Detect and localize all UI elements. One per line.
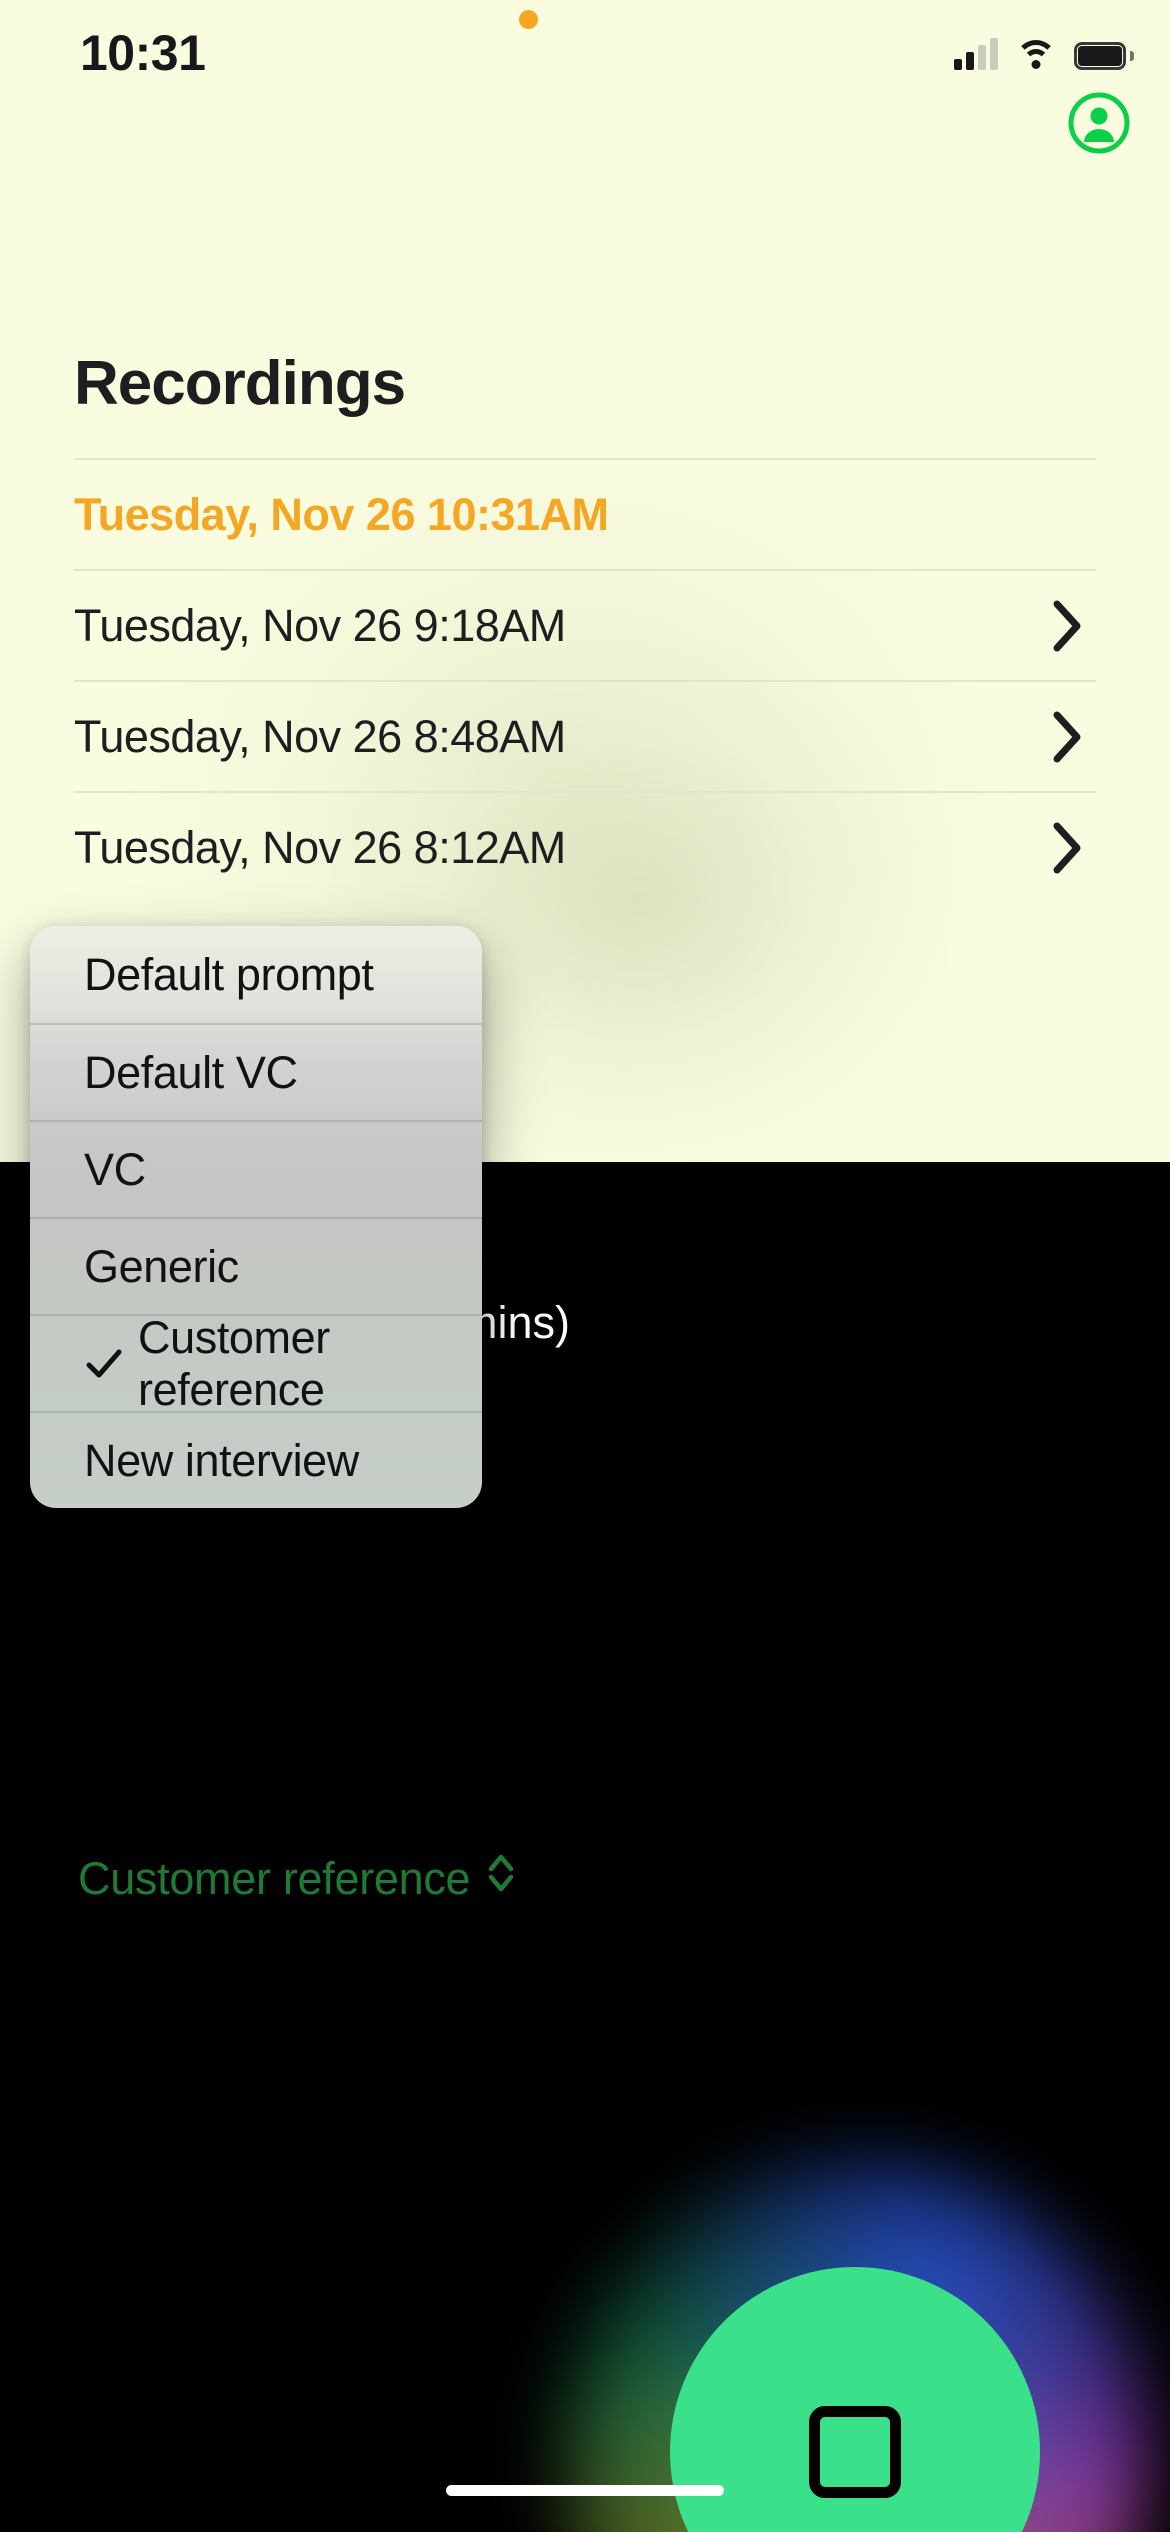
privacy-recording-dot-icon — [519, 10, 538, 29]
menu-item-label: VC — [84, 1143, 146, 1195]
battery-icon — [1074, 42, 1134, 70]
status-bar-icons — [954, 30, 1134, 70]
chevron-right-icon — [1050, 598, 1086, 654]
menu-item-new-interview[interactable]: New interview — [30, 1411, 482, 1508]
recording-label: Tuesday, Nov 26 10:31AM — [74, 488, 609, 540]
menu-item-default-vc[interactable]: Default VC — [30, 1023, 482, 1120]
wifi-icon — [1015, 38, 1057, 70]
recordings-list: Tuesday, Nov 26 10:31AM Tuesday, Nov 26 … — [74, 458, 1096, 902]
record-button-area — [560, 2157, 1150, 2532]
page-title: Recordings — [74, 349, 406, 418]
menu-item-customer-reference[interactable]: Customer reference — [30, 1312, 482, 1415]
chevron-right-icon — [1050, 487, 1086, 543]
recording-label: Tuesday, Nov 26 9:18AM — [74, 599, 566, 651]
chevron-up-down-icon — [484, 1850, 518, 1907]
home-indicator — [446, 2485, 724, 2496]
checkmark-icon — [84, 1344, 124, 1384]
prompt-dropdown-menu: Default prompt Default VC VC Generic Cus… — [30, 926, 482, 1508]
status-bar: 10:31 — [0, 0, 1170, 110]
prompt-selector-button[interactable]: Customer reference — [78, 1850, 518, 1907]
menu-item-label: Generic — [84, 1240, 239, 1292]
menu-item-label: Default prompt — [84, 948, 374, 1000]
recording-label: Tuesday, Nov 26 8:48AM — [74, 710, 566, 762]
status-bar-time: 10:31 — [80, 25, 206, 81]
chevron-right-icon — [1050, 709, 1086, 765]
recording-label: Tuesday, Nov 26 8:12AM — [74, 821, 566, 873]
phone-screen: 10:31 Recordings Tuesday, Nov 26 10:31AM… — [0, 0, 1170, 2532]
chevron-right-icon — [1050, 820, 1086, 876]
menu-item-label: New interview — [84, 1434, 359, 1486]
prompt-selector-label: Customer reference — [78, 1852, 471, 1904]
cellular-signal-icon — [954, 38, 998, 70]
menu-item-label: Customer reference — [138, 1311, 330, 1415]
stop-square-icon — [809, 2406, 901, 2498]
recording-row-0[interactable]: Tuesday, Nov 26 10:31AM — [74, 460, 1096, 569]
recording-row-2[interactable]: Tuesday, Nov 26 8:48AM — [74, 682, 1096, 791]
recording-row-3[interactable]: Tuesday, Nov 26 8:12AM — [74, 793, 1096, 902]
menu-item-default-prompt[interactable]: Default prompt — [30, 926, 482, 1023]
menu-item-generic[interactable]: Generic — [30, 1217, 482, 1314]
recording-row-1[interactable]: Tuesday, Nov 26 9:18AM — [74, 571, 1096, 680]
menu-item-vc[interactable]: VC — [30, 1120, 482, 1217]
menu-item-label: Default VC — [84, 1046, 298, 1098]
